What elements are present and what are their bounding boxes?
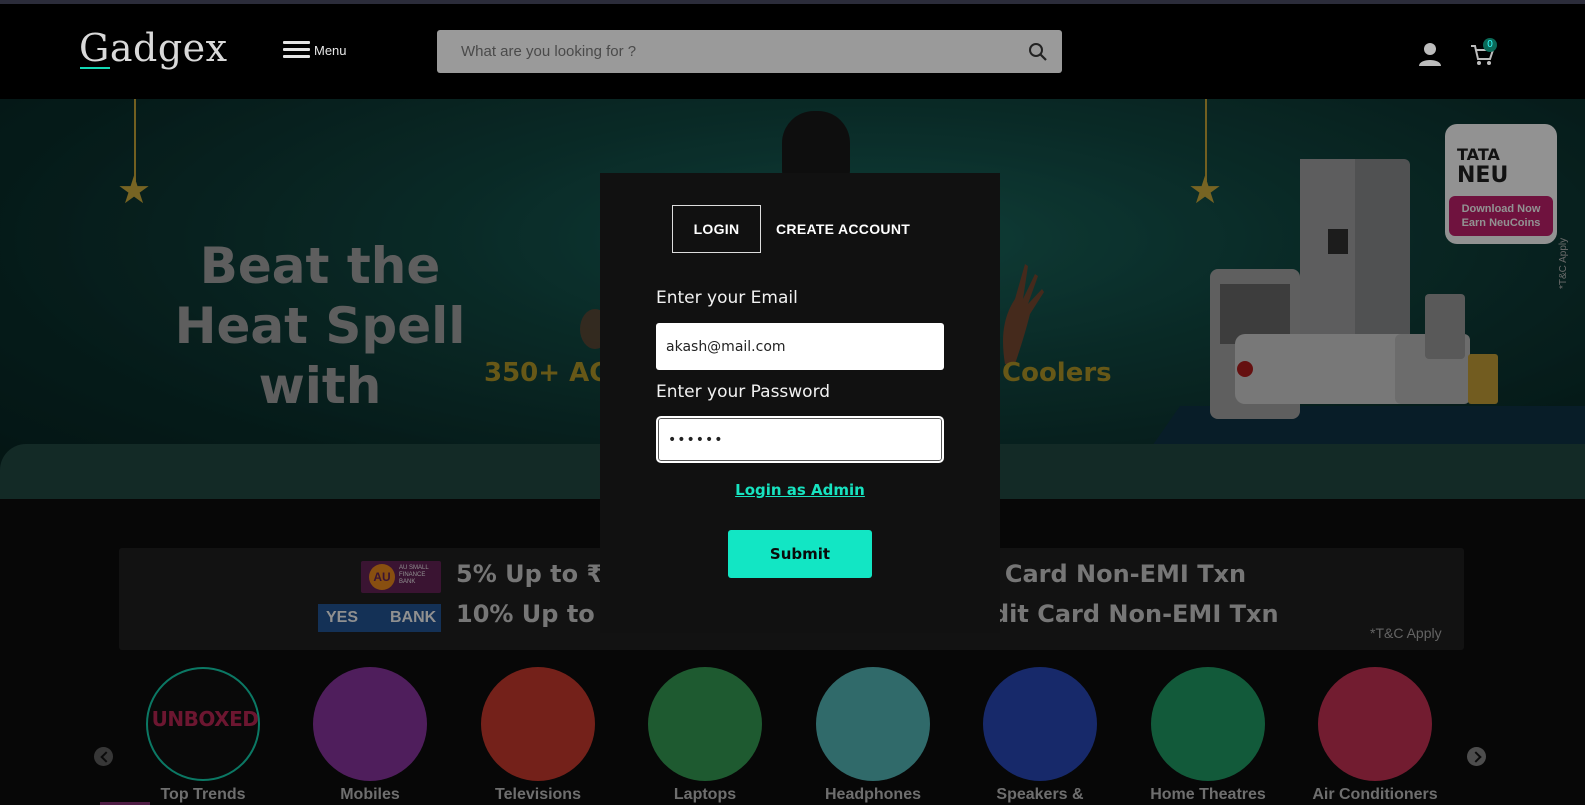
category-item[interactable]: Home Theatres [1123,667,1293,805]
au-bank-logo: AU AU SMALL FINANCE BANK [361,561,441,593]
category-image [983,667,1097,781]
login-as-admin-link[interactable]: Login as Admin [600,481,1000,499]
offer-text: 5% Up to ₹1 [456,560,620,588]
category-image [1151,667,1265,781]
hamburger-icon [283,40,310,60]
email-label: Enter your Email [656,288,798,308]
category-label: Air Conditioners [1312,786,1438,803]
search-icon[interactable] [1028,42,1048,62]
category-item[interactable]: Televisions [453,667,623,805]
logo-accent [80,67,110,69]
category-item[interactable]: Headphones [788,667,958,805]
site-logo[interactable]: Gadgex [79,26,228,70]
category-item[interactable]: Laptops [620,667,790,805]
password-label: Enter your Password [656,382,831,402]
category-label: Mobiles [340,786,400,803]
category-item[interactable]: UNBOXED Top Trends [118,667,288,805]
offer-tc-text: *T&C Apply [1370,625,1442,641]
cart-count-badge: 0 [1483,38,1497,52]
category-item[interactable]: Mobiles [285,667,455,805]
category-image [1318,667,1432,781]
carousel-next-button[interactable] [1467,747,1486,766]
menu-button[interactable]: Menu [283,40,347,60]
menu-label: Menu [314,42,347,58]
password-field[interactable] [656,416,944,463]
category-label: Headphones [824,786,921,803]
tab-login[interactable]: LOGIN [672,205,761,253]
tab-create-account[interactable]: CREATE ACCOUNT [776,205,910,253]
email-field[interactable] [656,323,944,370]
offer-text: 10% Up to ₹ [456,600,620,628]
category-image: UNBOXED [146,667,260,781]
category-image [313,667,427,781]
user-icon[interactable] [1417,41,1443,67]
site-header: Gadgex Menu 0 [0,4,1585,99]
category-image [816,667,930,781]
search-input[interactable] [437,30,1017,73]
carousel-prev-button[interactable] [94,747,113,766]
category-item[interactable]: Speakers & [955,667,1125,805]
category-item[interactable]: Air Conditioners [1290,667,1460,805]
category-art-text: UNBOXED [151,707,259,731]
submit-button[interactable]: Submit [728,530,872,578]
category-label: Home Theatres [1150,786,1266,803]
category-label: Speakers & [996,786,1084,803]
category-label: Televisions [495,786,581,803]
offer-text: dit Card Non-EMI Txn [992,600,1279,628]
category-label: Laptops [673,786,737,803]
login-modal: LOGIN CREATE ACCOUNT Enter your Email En… [600,173,1000,633]
category-image [648,667,762,781]
category-image [481,667,595,781]
yes-bank-logo: YES BANK [318,604,441,632]
search-bar [437,30,1062,73]
offer-text: t Card Non-EMI Txn [985,560,1247,588]
